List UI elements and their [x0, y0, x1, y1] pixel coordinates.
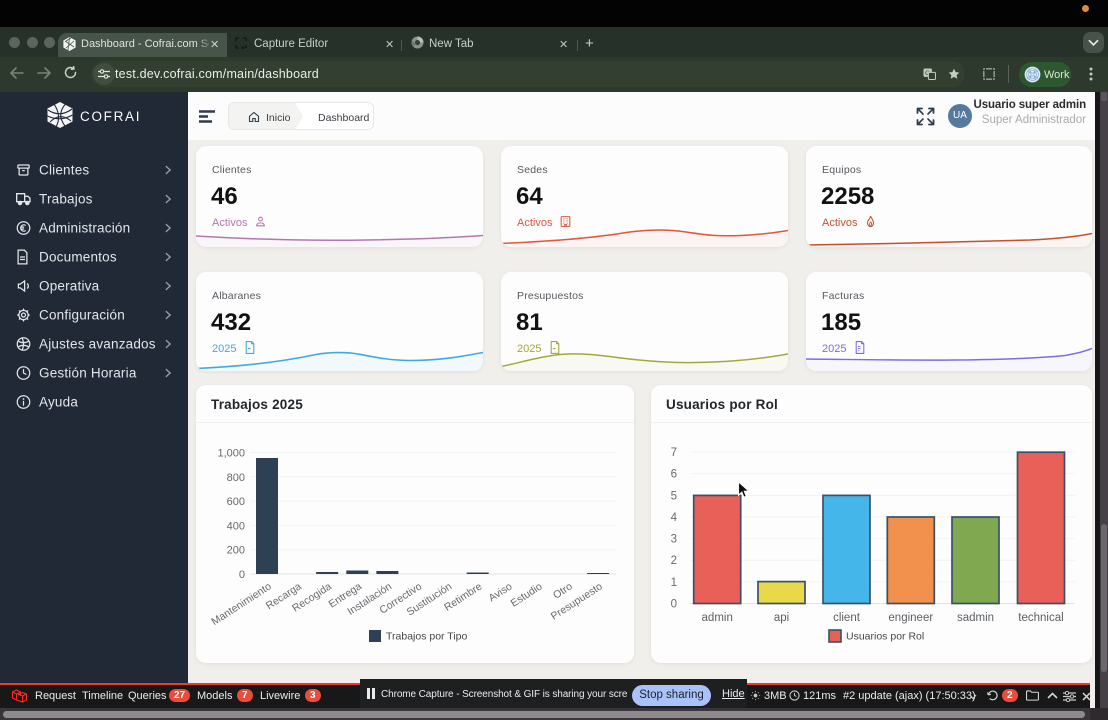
svg-text:800: 800: [227, 472, 245, 484]
svg-text:4: 4: [671, 512, 678, 524]
svg-text:admin: admin: [702, 612, 733, 624]
svg-text:client: client: [833, 612, 861, 624]
svg-text:600: 600: [227, 496, 245, 508]
svg-text:Usuarios por Rol: Usuarios por Rol: [846, 631, 924, 643]
svg-text:Estudio: Estudio: [509, 580, 545, 609]
svg-text:api: api: [774, 612, 789, 624]
svg-text:0: 0: [671, 599, 677, 611]
svg-text:200: 200: [227, 545, 245, 557]
svg-text:sadmin: sadmin: [957, 612, 994, 624]
svg-text:400: 400: [227, 520, 245, 532]
svg-text:2: 2: [671, 555, 677, 567]
svg-text:engineer: engineer: [888, 612, 933, 624]
svg-text:technical: technical: [1018, 612, 1063, 624]
svg-text:1,000: 1,000: [217, 448, 245, 460]
svg-text:Trabajos por Tipo: Trabajos por Tipo: [386, 631, 467, 643]
svg-text:6: 6: [671, 469, 677, 481]
svg-text:5: 5: [671, 490, 677, 502]
svg-text:0: 0: [239, 569, 245, 581]
svg-text:7: 7: [671, 447, 677, 459]
svg-text:1: 1: [671, 577, 677, 589]
svg-text:3: 3: [671, 534, 677, 546]
